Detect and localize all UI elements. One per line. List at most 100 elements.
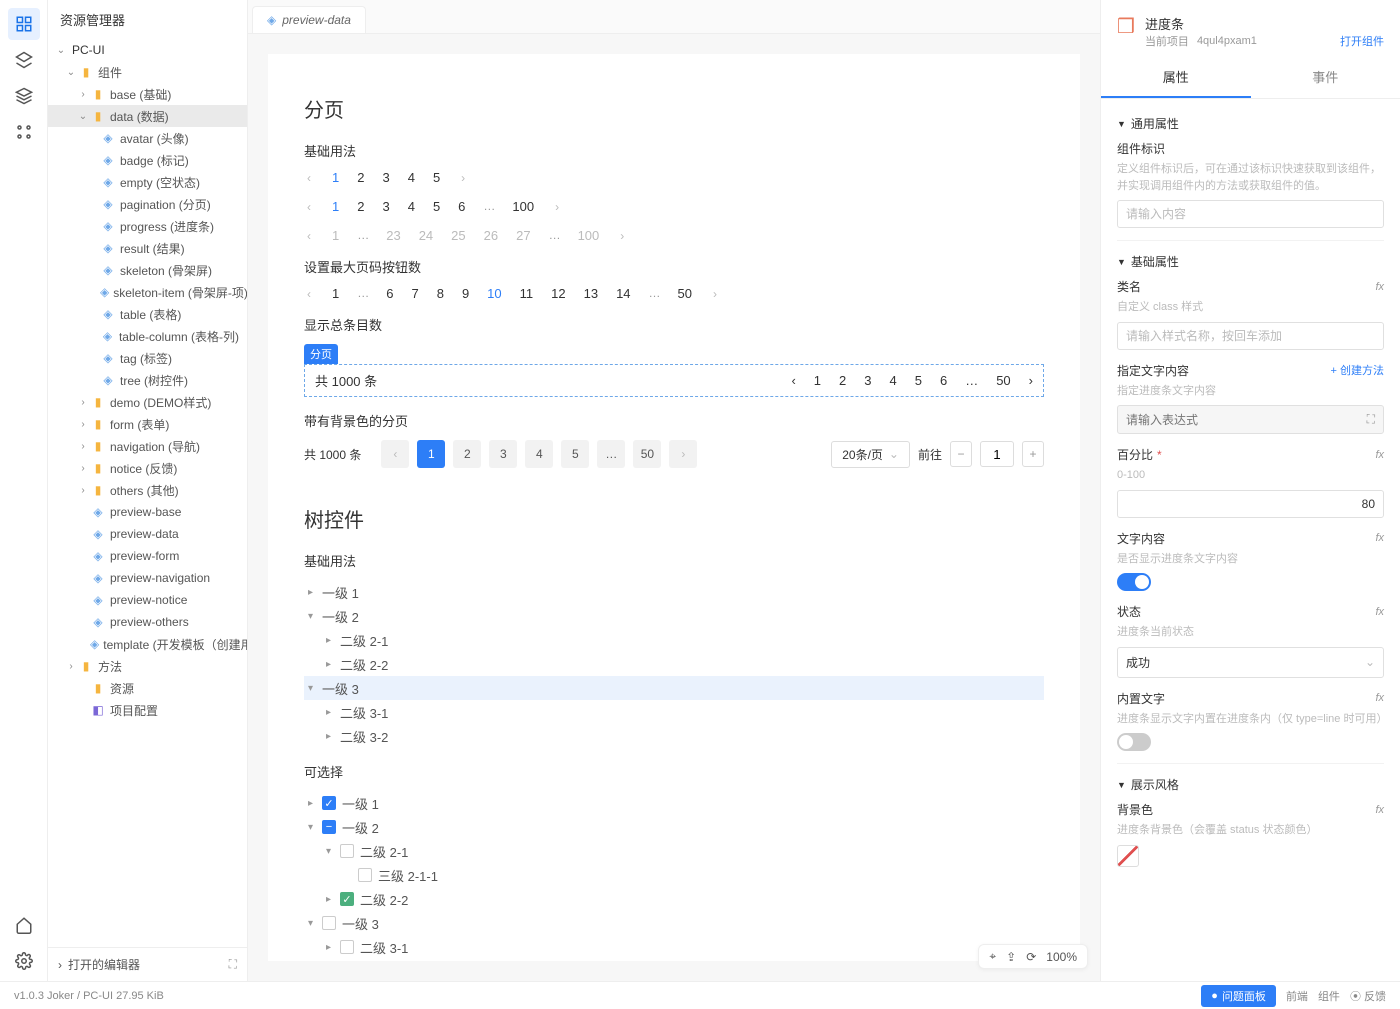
tree-folder[interactable]: ⌄▮组件 bbox=[48, 61, 247, 83]
tree-folder[interactable]: ›▮demo (DEMO样式) bbox=[48, 391, 247, 413]
page-number[interactable]: … bbox=[597, 440, 625, 468]
page-number[interactable]: 9 bbox=[462, 286, 469, 301]
step-up-button[interactable]: + bbox=[1022, 441, 1044, 467]
open-editors-toggle[interactable]: ›打开的编辑器 ⛶ bbox=[48, 947, 247, 981]
tree-node[interactable]: ▸二级 3-1 bbox=[304, 700, 1044, 724]
prev-icon[interactable]: ‹ bbox=[304, 171, 314, 185]
next-icon[interactable]: › bbox=[617, 229, 627, 243]
page-number[interactable]: 5 bbox=[561, 440, 589, 468]
prev-icon[interactable]: ‹ bbox=[304, 287, 314, 301]
input-percent[interactable] bbox=[1117, 490, 1384, 518]
page-number[interactable]: 10 bbox=[487, 286, 501, 301]
page-number[interactable]: 11 bbox=[520, 286, 534, 301]
page-number[interactable]: 23 bbox=[386, 228, 400, 243]
checkbox[interactable] bbox=[322, 916, 336, 930]
tree-file[interactable]: ◈skeleton (骨架屏) bbox=[48, 259, 247, 281]
zoom-fit-icon[interactable]: ⌖ bbox=[989, 949, 996, 964]
rail-layers-icon[interactable] bbox=[8, 80, 40, 112]
tree-node[interactable]: ▸二级 3-2 bbox=[304, 724, 1044, 748]
page-number[interactable]: … bbox=[649, 286, 660, 301]
page-number[interactable]: 6 bbox=[940, 373, 947, 388]
page-number[interactable]: 100 bbox=[578, 228, 600, 243]
checkbox[interactable]: − bbox=[322, 820, 336, 834]
tree-folder[interactable]: ›▮方法 bbox=[48, 655, 247, 677]
tree-folder[interactable]: ›▮others (其他) bbox=[48, 479, 247, 501]
tree-file[interactable]: ◈pagination (分页) bbox=[48, 193, 247, 215]
page-number[interactable]: 50 bbox=[996, 373, 1010, 388]
tree-node[interactable]: ▾一级 3 bbox=[304, 676, 1044, 700]
tree-node[interactable]: ▸二级 3-1 bbox=[304, 935, 1044, 959]
create-method-link[interactable]: + 创建方法 bbox=[1331, 362, 1384, 378]
page-number[interactable]: 3 bbox=[382, 199, 389, 214]
color-picker[interactable] bbox=[1117, 845, 1139, 867]
tree-node[interactable]: ▸二级 2-2 bbox=[304, 652, 1044, 676]
page-number[interactable]: 5 bbox=[433, 170, 440, 185]
zoom-refresh-icon[interactable]: ⟳ bbox=[1026, 950, 1036, 964]
checkbox[interactable]: ✓ bbox=[322, 796, 336, 810]
input-classname[interactable] bbox=[1117, 322, 1384, 350]
page-number[interactable]: … bbox=[549, 228, 560, 243]
open-component-link[interactable]: 打开组件 bbox=[1340, 33, 1384, 49]
fx-button[interactable]: fx bbox=[1375, 449, 1384, 461]
fx-button[interactable]: fx bbox=[1375, 804, 1384, 816]
page-number[interactable]: 1 bbox=[332, 228, 339, 243]
tab-events[interactable]: 事件 bbox=[1251, 57, 1400, 98]
fx-button[interactable]: fx bbox=[1375, 281, 1384, 293]
expand-icon[interactable]: ⛶ bbox=[1367, 412, 1375, 427]
tree-file[interactable]: ◈avatar (头像) bbox=[48, 127, 247, 149]
status-link[interactable]: 组件 bbox=[1318, 988, 1340, 1004]
zoom-export-icon[interactable]: ⇪ bbox=[1006, 950, 1016, 964]
goto-input[interactable] bbox=[980, 441, 1014, 467]
rail-apps-icon[interactable] bbox=[8, 116, 40, 148]
page-number[interactable]: 26 bbox=[484, 228, 498, 243]
checkbox[interactable] bbox=[340, 844, 354, 858]
issues-panel-button[interactable]: ● 问题面板 bbox=[1201, 985, 1276, 1007]
checkbox[interactable] bbox=[358, 868, 372, 882]
tree-file[interactable]: ◈preview-base bbox=[48, 501, 247, 523]
tree-folder[interactable]: ›▮notice (反馈) bbox=[48, 457, 247, 479]
tab-properties[interactable]: 属性 bbox=[1101, 57, 1251, 98]
rail-settings-icon[interactable] bbox=[8, 945, 40, 977]
page-number[interactable]: 4 bbox=[408, 199, 415, 214]
tree-node[interactable]: ▸二级 2-1 bbox=[304, 628, 1044, 652]
tree-node[interactable]: ▸✓一级 1 bbox=[304, 791, 1044, 815]
tree-file[interactable]: ◈table (表格) bbox=[48, 303, 247, 325]
fx-button[interactable]: fx bbox=[1375, 692, 1384, 704]
tree-file[interactable]: ◈progress (进度条) bbox=[48, 215, 247, 237]
tab-preview-data[interactable]: ◈preview-data bbox=[252, 6, 366, 33]
tree-file[interactable]: ◈preview-notice bbox=[48, 589, 247, 611]
section-style[interactable]: ▼展示风格 bbox=[1117, 763, 1384, 801]
next-icon[interactable]: › bbox=[552, 200, 562, 214]
tree-file[interactable]: ◈empty (空状态) bbox=[48, 171, 247, 193]
tree-folder-data[interactable]: ⌄▮data (数据) bbox=[48, 105, 247, 127]
tree-file[interactable]: ◈preview-others bbox=[48, 611, 247, 633]
next-icon[interactable]: › bbox=[1029, 373, 1033, 388]
page-number[interactable]: 1 bbox=[332, 199, 339, 214]
status-link[interactable]: ⦿ 反馈 bbox=[1350, 988, 1386, 1004]
page-number[interactable]: 4 bbox=[525, 440, 553, 468]
page-number[interactable]: 50 bbox=[633, 440, 661, 468]
tree-file[interactable]: ◈table-column (表格-列) bbox=[48, 325, 247, 347]
section-general[interactable]: ▼通用属性 bbox=[1117, 103, 1384, 140]
tree-root[interactable]: ⌄PC-UI bbox=[48, 39, 247, 61]
page-number[interactable]: 5 bbox=[433, 199, 440, 214]
tree-folder[interactable]: ▮资源 bbox=[48, 677, 247, 699]
tree-node[interactable]: ▸二级 3-2 bbox=[304, 959, 1044, 961]
rail-components-icon[interactable] bbox=[8, 44, 40, 76]
tree-file[interactable]: ◈preview-navigation bbox=[48, 567, 247, 589]
page-number[interactable]: 14 bbox=[616, 286, 630, 301]
tree-file[interactable]: ◈result (结果) bbox=[48, 237, 247, 259]
rail-home-icon[interactable] bbox=[8, 909, 40, 941]
tree-folder[interactable]: ›▮navigation (导航) bbox=[48, 435, 247, 457]
status-link[interactable]: 前端 bbox=[1286, 988, 1308, 1004]
tree-file[interactable]: ◈badge (标记) bbox=[48, 149, 247, 171]
toggle-innertext[interactable] bbox=[1117, 733, 1151, 751]
page-number[interactable]: 2 bbox=[357, 170, 364, 185]
checkbox[interactable] bbox=[340, 940, 354, 954]
tree-node[interactable]: ▸一级 1 bbox=[304, 580, 1044, 604]
prev-icon[interactable]: ‹ bbox=[304, 229, 314, 243]
page-number[interactable]: … bbox=[357, 228, 368, 243]
tree-node[interactable]: ▾一级 2 bbox=[304, 604, 1044, 628]
page-number[interactable]: 7 bbox=[411, 286, 418, 301]
section-basic[interactable]: ▼基础属性 bbox=[1117, 240, 1384, 278]
